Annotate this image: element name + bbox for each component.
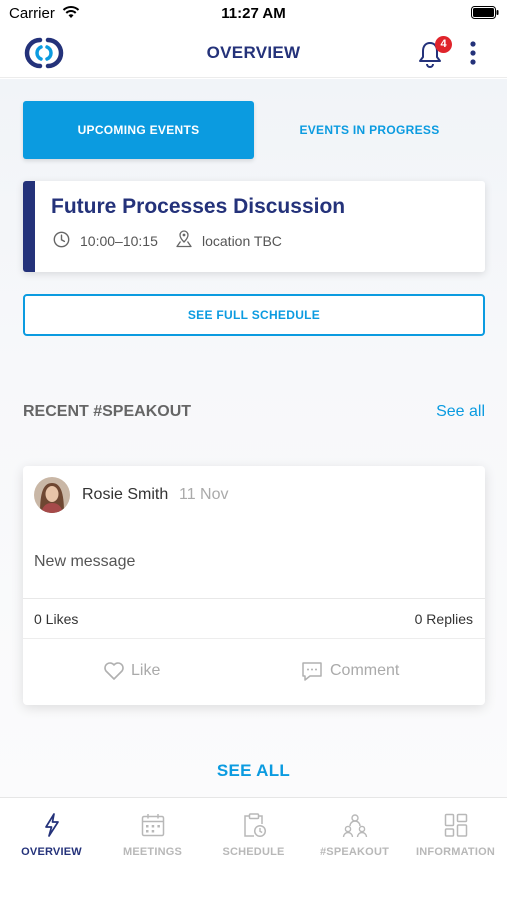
nav-label-meetings: MEETINGS [122, 846, 183, 858]
nav-item-speakout[interactable]: #SPEAKOUT [304, 812, 405, 862]
tab-upcoming-events[interactable]: UPCOMING EVENTS [23, 101, 254, 159]
event-time: 10:00–10:15 [80, 233, 158, 249]
nav-item-overview[interactable]: OVERVIEW [1, 812, 102, 862]
event-tabs: UPCOMING EVENTS EVENTS IN PROGRESS [23, 101, 485, 159]
comment-button[interactable]: Comment [301, 659, 421, 685]
clipboard-clock-icon [243, 813, 266, 838]
tab-events-in-progress[interactable]: EVENTS IN PROGRESS [254, 101, 485, 159]
battery-icon [471, 6, 499, 19]
see-all-button[interactable]: SEE ALL [0, 761, 507, 781]
calendar-icon [141, 814, 164, 837]
grid-icon [444, 813, 467, 837]
nav-item-schedule[interactable]: SCHEDULE [203, 812, 304, 862]
avatar-image [34, 477, 70, 513]
speakout-post-card[interactable]: Rosie Smith 11 Nov New message 0 Likes 0… [23, 466, 485, 705]
nav-item-information[interactable]: INFORMATION [405, 812, 506, 862]
notifications-button[interactable]: 4 [415, 36, 452, 70]
event-accent-bar [23, 181, 35, 272]
nav-label-information: INFORMATION [416, 846, 495, 858]
nav-label-overview: OVERVIEW [21, 846, 82, 858]
comment-label: Comment [330, 662, 400, 679]
replies-count[interactable]: 0 Replies [415, 611, 473, 627]
nav-label-schedule: SCHEDULE [222, 846, 285, 858]
post-message: New message [34, 553, 136, 570]
heart-icon [104, 662, 124, 680]
divider [23, 638, 485, 639]
see-full-schedule-button[interactable]: SEE FULL SCHEDULE [23, 294, 485, 336]
comment-icon [302, 662, 322, 681]
location-pin-icon [176, 230, 192, 248]
nav-label-speakout: #SPEAKOUT [319, 846, 390, 858]
likes-count: 0 Likes [34, 611, 79, 627]
app-header: OVERVIEW 4 [0, 28, 507, 78]
more-options-icon[interactable] [466, 39, 480, 67]
like-button[interactable]: Like [103, 659, 183, 685]
status-time: 11:27 AM [221, 5, 286, 22]
bottom-nav: OVERVIEW MEETINGS SCHEDULE #SPEAKOUT INF… [0, 797, 507, 900]
like-label: Like [131, 662, 161, 679]
event-location: location TBC [202, 233, 282, 249]
see-all-link[interactable]: See all [436, 403, 485, 421]
people-icon [342, 814, 367, 838]
clock-icon [53, 231, 70, 248]
notification-badge: 4 [435, 36, 452, 53]
status-bar: Carrier 11:27 AM [0, 0, 507, 28]
post-author: Rosie Smith [82, 486, 169, 503]
nav-item-meetings[interactable]: MEETINGS [102, 812, 203, 862]
section-title-speakout: RECENT #SPEAKOUT [23, 403, 192, 420]
event-title: Future Processes Discussion [51, 195, 346, 218]
post-date: 11 Nov [179, 486, 229, 503]
event-card[interactable]: Future Processes Discussion 10:00–10:15 … [23, 181, 485, 272]
main-content: UPCOMING EVENTS EVENTS IN PROGRESS Futur… [0, 79, 507, 797]
lightning-icon [44, 813, 59, 837]
divider [23, 598, 485, 599]
avatar [34, 477, 70, 513]
